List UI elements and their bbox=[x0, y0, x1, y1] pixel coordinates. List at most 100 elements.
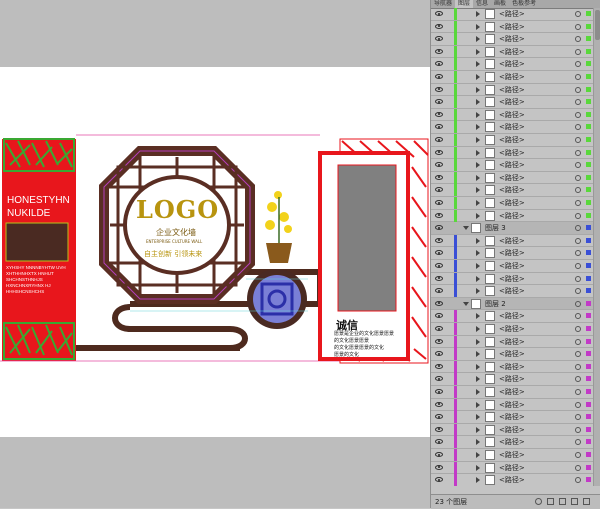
target-circle-icon[interactable] bbox=[575, 99, 581, 106]
tab-artboards[interactable]: 画板 bbox=[491, 0, 509, 8]
disclosure-triangle-icon[interactable] bbox=[476, 124, 480, 131]
selection-square-icon[interactable] bbox=[586, 36, 591, 42]
target-circle-icon[interactable] bbox=[575, 137, 581, 143]
layer-row[interactable]: <路径> bbox=[431, 184, 593, 197]
disclosure-triangle-icon[interactable] bbox=[476, 288, 480, 295]
disclosure-triangle-icon[interactable] bbox=[476, 74, 480, 80]
disclosure-triangle-icon[interactable] bbox=[476, 149, 480, 156]
visibility-eye-icon[interactable] bbox=[435, 162, 443, 168]
selection-square-icon[interactable] bbox=[586, 11, 591, 16]
selection-square-icon[interactable] bbox=[586, 212, 591, 218]
tab-info[interactable]: 信息 bbox=[473, 0, 491, 8]
visibility-eye-icon[interactable] bbox=[435, 212, 443, 218]
layer-row[interactable]: <路径> bbox=[431, 171, 593, 185]
visibility-eye-icon[interactable] bbox=[435, 275, 443, 281]
disclosure-triangle-icon[interactable] bbox=[476, 452, 480, 458]
disclosure-triangle-icon[interactable] bbox=[476, 162, 480, 169]
layer-row[interactable]: <路径> bbox=[431, 260, 593, 273]
delete-layer-icon[interactable] bbox=[583, 498, 590, 505]
layer-row[interactable]: <路径> bbox=[431, 386, 593, 399]
disclosure-triangle-icon[interactable] bbox=[476, 414, 480, 421]
target-circle-icon[interactable] bbox=[575, 326, 581, 332]
target-circle-icon[interactable] bbox=[575, 452, 581, 458]
disclosure-triangle-icon[interactable] bbox=[476, 263, 480, 269]
disclosure-triangle-icon[interactable] bbox=[476, 477, 480, 484]
selection-square-icon[interactable] bbox=[586, 23, 591, 29]
selection-square-icon[interactable] bbox=[586, 86, 591, 92]
target-circle-icon[interactable] bbox=[575, 48, 581, 55]
target-circle-icon[interactable] bbox=[575, 86, 581, 93]
selection-square-icon[interactable] bbox=[586, 99, 591, 105]
selection-square-icon[interactable] bbox=[586, 61, 591, 67]
layer-row[interactable]: <路径> bbox=[431, 373, 593, 386]
disclosure-triangle-icon[interactable] bbox=[476, 351, 480, 358]
disclosure-triangle-icon[interactable] bbox=[476, 464, 480, 471]
selection-square-icon[interactable] bbox=[586, 225, 591, 231]
target-circle-icon[interactable] bbox=[575, 200, 581, 206]
target-circle-icon[interactable] bbox=[575, 376, 581, 383]
visibility-eye-icon[interactable] bbox=[435, 187, 443, 193]
disclosure-triangle-icon[interactable] bbox=[476, 389, 480, 395]
selection-square-icon[interactable] bbox=[586, 464, 591, 470]
disclosure-triangle-open-icon[interactable] bbox=[463, 226, 469, 231]
disclosure-triangle-icon[interactable] bbox=[476, 48, 480, 55]
disclosure-triangle-icon[interactable] bbox=[476, 326, 480, 332]
target-circle-icon[interactable] bbox=[575, 36, 581, 43]
tab-layers[interactable]: 图层 bbox=[455, 0, 474, 8]
selection-square-icon[interactable] bbox=[586, 426, 591, 432]
layer-row[interactable]: <路径> bbox=[431, 121, 593, 134]
target-circle-icon[interactable] bbox=[575, 212, 581, 219]
selection-square-icon[interactable] bbox=[586, 414, 591, 420]
disclosure-triangle-icon[interactable] bbox=[476, 275, 480, 282]
layer-row[interactable]: <路径> bbox=[431, 348, 593, 361]
layer-row[interactable]: <路径> bbox=[431, 209, 593, 223]
visibility-eye-icon[interactable] bbox=[435, 86, 443, 92]
visibility-eye-icon[interactable] bbox=[435, 452, 443, 457]
selection-square-icon[interactable] bbox=[586, 351, 591, 357]
selection-square-icon[interactable] bbox=[586, 275, 591, 281]
disclosure-triangle-icon[interactable] bbox=[476, 174, 480, 181]
selection-square-icon[interactable] bbox=[586, 338, 591, 344]
disclosure-triangle-icon[interactable] bbox=[476, 86, 480, 93]
selection-square-icon[interactable] bbox=[586, 149, 591, 155]
target-circle-icon[interactable] bbox=[575, 111, 581, 118]
layer-row[interactable]: <路径> bbox=[431, 398, 593, 412]
disclosure-triangle-icon[interactable] bbox=[476, 237, 480, 244]
target-circle-icon[interactable] bbox=[575, 439, 581, 446]
selection-square-icon[interactable] bbox=[586, 48, 591, 54]
selection-square-icon[interactable] bbox=[586, 389, 591, 394]
target-circle-icon[interactable] bbox=[575, 275, 581, 282]
target-circle-icon[interactable] bbox=[575, 149, 581, 156]
target-circle-icon[interactable] bbox=[575, 263, 581, 269]
target-circle-icon[interactable] bbox=[575, 351, 581, 358]
tab-swatches[interactable]: 色板参考 bbox=[509, 0, 539, 8]
layer-group-row[interactable]: 图层 2 bbox=[431, 297, 593, 311]
disclosure-triangle-icon[interactable] bbox=[476, 23, 480, 30]
visibility-eye-icon[interactable] bbox=[435, 11, 443, 16]
layer-row[interactable]: <路径> bbox=[431, 272, 593, 286]
layer-row[interactable]: <路径> bbox=[431, 360, 593, 374]
target-circle-icon[interactable] bbox=[575, 74, 581, 80]
layer-row[interactable]: <路径> bbox=[431, 436, 593, 449]
disclosure-triangle-icon[interactable] bbox=[476, 439, 480, 446]
selection-square-icon[interactable] bbox=[586, 313, 591, 319]
visibility-eye-icon[interactable] bbox=[435, 300, 443, 306]
layers-scrollbar[interactable] bbox=[593, 8, 600, 486]
target-circle-icon[interactable] bbox=[575, 426, 581, 433]
artboard[interactable]: HONESTYHN NUKILDE XYHSHY NNNNBYHTW UVH X… bbox=[0, 67, 430, 437]
visibility-eye-icon[interactable] bbox=[435, 414, 443, 420]
selection-square-icon[interactable] bbox=[586, 439, 591, 445]
target-circle-icon[interactable] bbox=[575, 174, 581, 181]
layer-row[interactable]: <路径> bbox=[431, 285, 593, 298]
disclosure-triangle-icon[interactable] bbox=[476, 111, 480, 118]
disclosure-triangle-icon[interactable] bbox=[476, 376, 480, 383]
selection-square-icon[interactable] bbox=[586, 200, 591, 205]
disclosure-triangle-icon[interactable] bbox=[476, 11, 480, 17]
visibility-eye-icon[interactable] bbox=[435, 237, 443, 243]
target-circle-icon[interactable] bbox=[575, 338, 581, 345]
new-layer-icon[interactable] bbox=[571, 498, 578, 505]
visibility-eye-icon[interactable] bbox=[435, 439, 443, 445]
visibility-eye-icon[interactable] bbox=[435, 124, 443, 130]
selection-square-icon[interactable] bbox=[586, 477, 591, 483]
selection-square-icon[interactable] bbox=[586, 237, 591, 243]
